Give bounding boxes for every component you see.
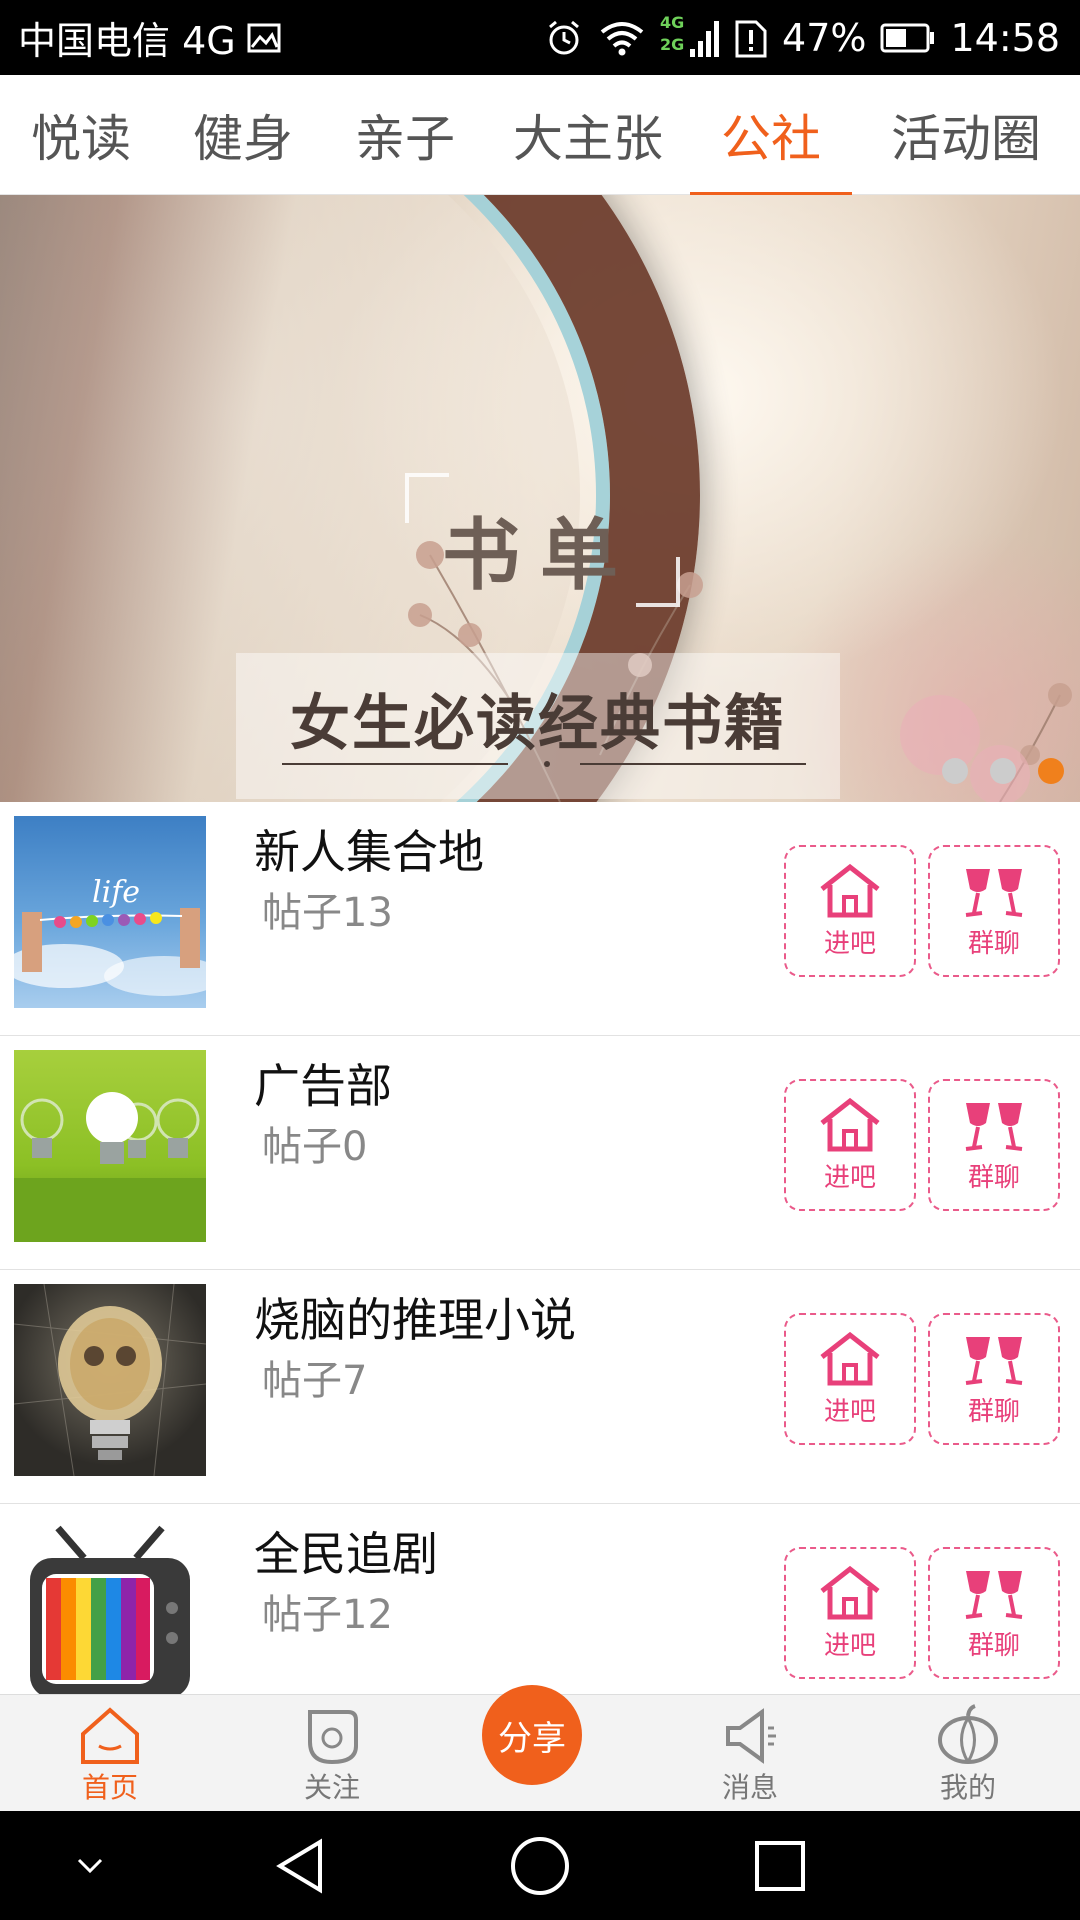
carrier-label: 中国电信 4G	[18, 19, 236, 63]
alarm-icon	[544, 18, 584, 58]
system-navigation-bar	[0, 1811, 1080, 1920]
battery-percent: 47%	[782, 15, 867, 60]
tab-dazhuzhang[interactable]: 大主张	[486, 75, 690, 195]
nav-mine[interactable]: 我的	[918, 1695, 1018, 1812]
nav-follow-label: 关注	[303, 1771, 360, 1804]
group-chat-button[interactable]: 群聊	[928, 1547, 1060, 1679]
group-name: 烧脑的推理小说	[254, 1293, 576, 1347]
back-triangle-icon	[276, 1837, 322, 1894]
group-chat-button[interactable]: 群聊	[928, 1079, 1060, 1211]
group-chat-button[interactable]: 群聊	[928, 845, 1060, 977]
network-type-top: 4G	[660, 12, 685, 32]
banner-rule-right	[580, 763, 806, 765]
banner-subtitle: 女生必读经典书籍	[290, 689, 786, 759]
list-item[interactable]: life 新人集合地 帖子13 进吧 群聊	[0, 802, 1080, 1036]
list-item[interactable]: 烧脑的推理小说 帖子7 进吧 群聊	[0, 1270, 1080, 1504]
network-type-bottom: 2G	[660, 34, 685, 54]
group-thumbnail: life	[14, 816, 206, 1008]
clock-time: 14:58	[950, 15, 1060, 60]
nav-follow[interactable]: 关注	[282, 1695, 382, 1812]
home-icon	[81, 1707, 139, 1764]
group-list: life 新人集合地 帖子13 进吧 群聊 广告部 帖子0 进吧 群聊 烧脑的推…	[0, 802, 1080, 1738]
list-item[interactable]: 广告部 帖子0 进吧 群聊	[0, 1036, 1080, 1270]
cheers-glasses-icon	[965, 868, 1023, 917]
tab-huodongquan[interactable]: 活动圈	[852, 75, 1080, 195]
status-bar: 中国电信 4G 4G 2G 47% 14:58	[0, 0, 1080, 75]
cheers-glasses-icon	[965, 1570, 1023, 1619]
cheers-glasses-icon	[965, 1102, 1023, 1151]
house-icon	[820, 863, 880, 917]
tab-gongshe[interactable]: 公社	[690, 75, 852, 195]
enter-label: 进吧	[823, 1630, 876, 1661]
home-circle-icon	[511, 1836, 569, 1895]
chat-label: 群聊	[967, 1162, 1020, 1193]
enter-group-button[interactable]: 进吧	[784, 1313, 916, 1445]
group-post-count: 帖子7	[262, 1358, 368, 1404]
group-post-count: 帖子13	[262, 890, 393, 936]
nav-messages-label: 消息	[721, 1771, 778, 1804]
banner-rule-left	[282, 763, 508, 765]
group-thumbnail	[14, 1518, 206, 1710]
group-chat-button[interactable]: 群聊	[928, 1313, 1060, 1445]
group-name: 广告部	[254, 1059, 392, 1113]
chevron-down-icon	[77, 1858, 103, 1873]
enter-group-button[interactable]: 进吧	[784, 1079, 916, 1211]
tab-qinzi[interactable]: 亲子	[324, 75, 486, 195]
enter-group-button[interactable]: 进吧	[784, 1547, 916, 1679]
house-icon	[820, 1331, 880, 1385]
home-system-button[interactable]	[500, 1811, 580, 1920]
group-thumbnail	[14, 1284, 206, 1476]
banner-title: 书单	[441, 510, 638, 601]
category-tabs: 悦读 健身 亲子 大主张 公社 活动圈	[0, 75, 1080, 195]
share-button[interactable]: 分享	[482, 1685, 582, 1785]
image-notification-icon	[246, 20, 282, 56]
enter-group-button[interactable]: 进吧	[784, 845, 916, 977]
back-button[interactable]	[260, 1811, 340, 1920]
house-icon	[820, 1565, 880, 1619]
cheers-glasses-icon	[965, 1336, 1023, 1385]
follow-icon	[308, 1710, 358, 1765]
chat-label: 群聊	[967, 1630, 1020, 1661]
chat-label: 群聊	[967, 928, 1020, 959]
pumpkin-icon	[938, 1704, 998, 1764]
banner-page-indicator	[942, 758, 1064, 784]
group-post-count: 帖子12	[262, 1592, 393, 1638]
nav-mine-label: 我的	[939, 1771, 996, 1804]
chat-label: 群聊	[967, 1396, 1020, 1427]
battery-icon	[880, 22, 936, 54]
group-name: 新人集合地	[254, 825, 484, 879]
sim-alert-icon	[734, 16, 768, 60]
nav-messages[interactable]: 消息	[700, 1695, 800, 1812]
group-name: 全民追剧	[254, 1527, 438, 1581]
bottom-navigation: 首页 关注 分享 消息 我的	[0, 1685, 1080, 1812]
page-dot-3[interactable]	[1038, 758, 1064, 784]
wifi-icon	[598, 18, 646, 58]
group-thumbnail	[14, 1050, 206, 1242]
recents-button[interactable]	[740, 1811, 820, 1920]
page-dot-2[interactable]	[990, 758, 1016, 784]
enter-label: 进吧	[823, 1396, 876, 1427]
megaphone-icon	[726, 1708, 776, 1764]
nav-home-label: 首页	[81, 1771, 138, 1804]
house-icon	[820, 1097, 880, 1151]
tab-jianshen[interactable]: 健身	[162, 75, 324, 195]
collapse-button[interactable]	[60, 1811, 120, 1920]
signal-icon: 4G 2G	[660, 13, 720, 63]
banner-rule-dot	[544, 761, 550, 767]
group-post-count: 帖子0	[262, 1124, 368, 1170]
enter-label: 进吧	[823, 928, 876, 959]
recents-square-icon	[755, 1840, 805, 1891]
banner-carousel[interactable]: 书单 女生必读经典书籍	[0, 195, 1080, 802]
svg-text:life: life	[92, 875, 140, 910]
tab-yuedu[interactable]: 悦读	[0, 75, 162, 195]
enter-label: 进吧	[823, 1162, 876, 1193]
nav-home[interactable]: 首页	[60, 1695, 160, 1812]
page-dot-1[interactable]	[942, 758, 968, 784]
